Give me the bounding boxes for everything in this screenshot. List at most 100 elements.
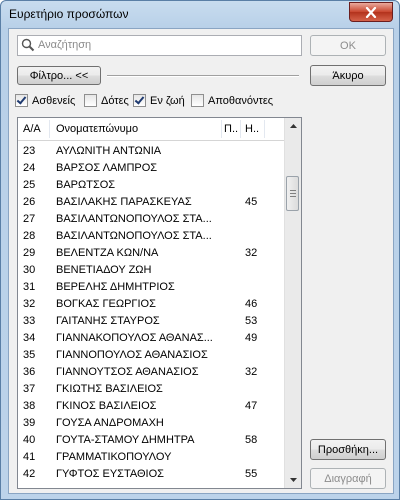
table-row[interactable]: 23 ΑΥΛΩΝΙΤΗ ΑΝΤΩΝΙΑ: [18, 143, 286, 160]
row-id: 32: [23, 298, 36, 310]
row-name: ΒΕΛΕΝΤΖΑ ΚΩΝ/ΝΑ: [56, 247, 159, 259]
filter-patients-checkbox[interactable]: Ασθενείς: [15, 94, 75, 107]
column-separator[interactable]: [221, 120, 222, 138]
search-box[interactable]: [17, 35, 302, 56]
table-row[interactable]: 41 ΓΡΑΜΜΑΤΙΚΟΠΟΥΛΟΥ: [18, 449, 286, 466]
search-input[interactable]: [38, 37, 293, 52]
row-id: 24: [23, 162, 36, 174]
table-row[interactable]: 24 ΒΑΡΣΟΣ ΛΑΜΠΡΟΣ: [18, 160, 286, 177]
checkbox-box[interactable]: [191, 94, 204, 107]
table-row[interactable]: 29 ΒΕΛΕΝΤΖΑ ΚΩΝ/ΝΑ 32: [18, 245, 286, 262]
table-row[interactable]: 31 ΒΕΡΕΛΗΣ ΔΗΜΗΤΡΙΟΣ: [18, 279, 286, 296]
filter-alive-label: Εν ζωή: [150, 94, 185, 107]
column-header-name[interactable]: Ονοματεπώνυμο: [56, 123, 138, 135]
row-age: 53: [245, 315, 258, 327]
row-name: ΒΕΝΕΤΙΑΔΟΥ ΖΩΗ: [56, 264, 152, 276]
row-id: 40: [23, 434, 36, 446]
table-row[interactable]: 36 ΓΙΑΝΝΟΥΤΣΟΣ ΑΘΑΝΑΣΙΟΣ 32: [18, 364, 286, 381]
row-id: 35: [23, 349, 36, 361]
row-age: 32: [245, 366, 258, 378]
row-id: 33: [23, 315, 36, 327]
row-id: 34: [23, 332, 36, 344]
table-row[interactable]: 35 ΓΙΑΝΝΟΠΟΥΛΟΣ ΑΘΑΝΑΣΙΟΣ: [18, 347, 286, 364]
table-row[interactable]: 39 ΓΟΥΣΑ ΑΝΔΡΟΜΑΧΗ: [18, 415, 286, 432]
close-icon: [365, 6, 377, 18]
row-age: 58: [245, 434, 258, 446]
dialog-body: ΟΚ Φίλτρο... << Άκυρο Ασθενείς Δότες Εν …: [8, 28, 394, 494]
persons-list[interactable]: Α/Α Ονοματεπώνυμο Π.. Η.. 23 ΑΥΛΩΝΙΤΗ ΑΝΤ…: [17, 117, 302, 489]
row-id: 36: [23, 366, 36, 378]
arrow-up-icon: [289, 124, 297, 128]
table-row[interactable]: 34 ΓΙΑΝΝΑΚΟΠΟΥΛΟΣ ΑΘΑΝΑΣ... 49: [18, 330, 286, 347]
thumb-grip: [290, 196, 296, 197]
table-row[interactable]: 28 ΒΑΣΙΛΑΝΤΩΝΟΠΟΥΛΟΣ ΣΤΑ...: [18, 228, 286, 245]
filter-donors-checkbox[interactable]: Δότες: [84, 94, 129, 107]
row-name: ΓΙΑΝΝΟΥΤΣΟΣ ΑΘΑΝΑΣΙΟΣ: [56, 366, 199, 378]
row-name: ΓΙΑΝΝΟΠΟΥΛΟΣ ΑΘΑΝΑΣΙΟΣ: [56, 349, 208, 361]
row-id: 42: [23, 468, 36, 480]
table-row[interactable]: 33 ΓΑΙΤΑΝΗΣ ΣΤΑΥΡΟΣ 53: [18, 313, 286, 330]
row-id: 23: [23, 145, 36, 157]
row-id: 27: [23, 213, 36, 225]
vertical-scrollbar[interactable]: [284, 118, 301, 488]
filter-alive-checkbox[interactable]: Εν ζωή: [133, 94, 185, 107]
column-header-id[interactable]: Α/Α: [23, 123, 41, 135]
add-button[interactable]: Προσθήκη...: [310, 439, 386, 460]
row-age: 49: [245, 332, 258, 344]
filter-deceased-checkbox[interactable]: Αποθανόντες: [191, 94, 273, 107]
row-id: 30: [23, 264, 36, 276]
row-name: ΓΡΑΜΜΑΤΙΚΟΠΟΥΛΟΥ: [56, 451, 172, 463]
scroll-thumb[interactable]: [286, 176, 299, 211]
table-row[interactable]: 26 ΒΑΣΙΛΑΚΗΣ ΠΑΡΑΣΚΕΥΑΣ 45: [18, 194, 286, 211]
row-age: 46: [245, 298, 258, 310]
table-row[interactable]: 25 ΒΑΡΩΤΣΟΣ: [18, 177, 286, 194]
thumb-grip: [290, 193, 296, 194]
row-name: ΓΙΑΝΝΑΚΟΠΟΥΛΟΣ ΑΘΑΝΑΣ...: [56, 332, 213, 344]
row-name: ΓΥΦΤΟΣ ΕΥΣΤΑΘΙΟΣ: [56, 468, 164, 480]
row-age: 55: [245, 468, 258, 480]
table-row[interactable]: 38 ΓΚΙΝΟΣ ΒΑΣΙΛΕΙΟΣ 47: [18, 398, 286, 415]
row-id: 25: [23, 179, 36, 191]
row-name: ΓΚΙΝΟΣ ΒΑΣΙΛΕΙΟΣ: [56, 400, 157, 412]
scroll-up-button[interactable]: [285, 118, 301, 134]
close-button[interactable]: [349, 2, 393, 22]
title-bar: Ευρετήριο προσώπων: [1, 1, 399, 27]
row-id: 28: [23, 230, 36, 242]
column-header-age[interactable]: Η..: [245, 123, 259, 135]
table-row[interactable]: 32 ΒΟΓΚΑΣ ΓΕΩΡΓΙΟΣ 46: [18, 296, 286, 313]
ok-button[interactable]: ΟΚ: [310, 35, 386, 56]
row-id: 39: [23, 417, 36, 429]
row-id: 37: [23, 383, 36, 395]
table-row[interactable]: 30 ΒΕΝΕΤΙΑΔΟΥ ΖΩΗ: [18, 262, 286, 279]
scroll-down-button[interactable]: [285, 472, 301, 488]
row-name: ΒΑΡΣΟΣ ΛΑΜΠΡΟΣ: [56, 162, 158, 174]
column-separator[interactable]: [240, 120, 241, 138]
row-name: ΒΑΡΩΤΣΟΣ: [56, 179, 116, 191]
row-name: ΓΟΥΤΑ-ΣΤΑΜΟΥ ΔΗΜΗΤΡΑ: [56, 434, 195, 446]
checkbox-box[interactable]: [133, 94, 146, 107]
table-row[interactable]: 37 ΓΚΙΩΤΗΣ ΒΑΣΙΛΕΙΟΣ: [18, 381, 286, 398]
window-title: Ευρετήριο προσώπων: [9, 7, 129, 21]
table-row[interactable]: 42 ΓΥΦΤΟΣ ΕΥΣΤΑΘΙΟΣ 55: [18, 466, 286, 483]
checkbox-box[interactable]: [84, 94, 97, 107]
row-id: 29: [23, 247, 36, 259]
table-row[interactable]: 27 ΒΑΣΙΛΑΝΤΩΝΟΠΟΥΛΟΣ ΣΤΑ...: [18, 211, 286, 228]
column-separator[interactable]: [49, 120, 50, 138]
arrow-down-icon: [289, 478, 297, 482]
column-separator[interactable]: [264, 120, 265, 138]
filter-toggle-button[interactable]: Φίλτρο... <<: [17, 66, 101, 85]
row-id: 26: [23, 196, 36, 208]
list-rows: 23 ΑΥΛΩΝΙΤΗ ΑΝΤΩΝΙΑ 24 ΒΑΡΣΟΣ ΛΑΜΠΡΟΣ 25 ΒΑ…: [18, 143, 286, 483]
row-id: 31: [23, 281, 36, 293]
row-id: 41: [23, 451, 36, 463]
delete-button[interactable]: Διαγραφή: [310, 468, 386, 489]
cancel-button[interactable]: Άκυρο: [310, 65, 386, 86]
table-row[interactable]: 40 ΓΟΥΤΑ-ΣΤΑΜΟΥ ΔΗΜΗΤΡΑ 58: [18, 432, 286, 449]
row-name: ΒΕΡΕΛΗΣ ΔΗΜΗΤΡΙΟΣ: [56, 281, 175, 293]
checkbox-box[interactable]: [15, 94, 28, 107]
thumb-grip: [290, 190, 296, 191]
list-header: Α/Α Ονοματεπώνυμο Π.. Η..: [18, 118, 286, 141]
filter-deceased-label: Αποθανόντες: [208, 94, 274, 107]
column-header-p[interactable]: Π..: [224, 123, 238, 135]
row-name: ΓΟΥΣΑ ΑΝΔΡΟΜΑΧΗ: [56, 417, 164, 429]
